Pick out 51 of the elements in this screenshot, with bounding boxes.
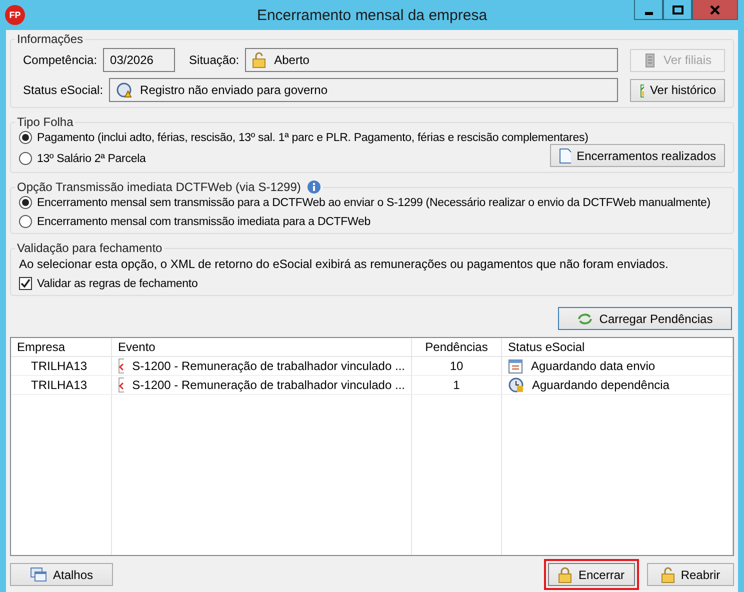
- padlock-icon: [558, 566, 572, 582]
- calendar-icon: [508, 358, 523, 374]
- close-button[interactable]: [692, 0, 738, 20]
- table-cell: S-1200 - Remuneração de trabalhador vinculado ...: [112, 376, 412, 395]
- competencia-field[interactable]: 03/2026: [103, 48, 176, 72]
- app-logo-badge: FP: [5, 5, 25, 25]
- atalhos-button[interactable]: Atalhos: [10, 563, 113, 586]
- table-cell: TRILHA13: [11, 357, 112, 376]
- field-label: Situação:: [189, 53, 240, 67]
- unlocked-padlock-icon: [660, 566, 675, 582]
- checkbox-option[interactable]: Validar as regras de fechamento: [19, 277, 725, 290]
- description-text: Ao selecionar esta opção, o XML de retorno do eSocial exibirá as remunerações ou pagamentos que não foram enviados.: [19, 257, 670, 271]
- alarm-clock-icon: [508, 377, 524, 393]
- field-label: Competência:: [23, 53, 98, 67]
- situacao-field: Aberto: [245, 48, 618, 72]
- maximize-icon: [672, 4, 684, 14]
- building-icon: [643, 52, 658, 68]
- window-title: Encerramento mensal da empresa: [256, 6, 488, 24]
- radio-option[interactable]: Encerramento mensal com transmissão imediata para a DCTFWeb: [19, 215, 725, 228]
- ver-historico-button[interactable]: Ver histórico: [630, 78, 725, 102]
- radio-option[interactable]: Encerramento mensal sem transmissão para a DCTFWeb ao enviar o S-1299 (Necessário realizar o envio da DCTFWeb manualmente): [19, 196, 725, 209]
- group-title: Validação para fechamento: [16, 241, 164, 255]
- column-header[interactable]: Pendências: [412, 338, 502, 357]
- field-label: Status eSocial:: [23, 83, 104, 97]
- carregar-pendencias-button[interactable]: Carregar Pendências: [558, 307, 732, 330]
- radio-option[interactable]: 13º Salário 2ª Parcela: [19, 152, 146, 165]
- table-cell: 1: [412, 376, 502, 395]
- table-cell: Aguardando data envio: [502, 357, 733, 376]
- column-header[interactable]: Evento: [112, 338, 412, 357]
- encerramentos-realizados-button[interactable]: Encerramentos realizados: [550, 144, 725, 167]
- checkmark-icon: [20, 278, 31, 289]
- table-cell: TRILHA13: [11, 376, 112, 395]
- group-title: Tipo Folha: [16, 115, 74, 129]
- minimize-button[interactable]: [634, 0, 663, 20]
- reabrir-button[interactable]: Reabrir: [647, 563, 734, 586]
- minimize-icon: [644, 12, 652, 14]
- status-esocial-field: Registro não enviado para governo: [109, 78, 618, 102]
- alarm-clock-warning-icon: [116, 82, 132, 98]
- table-cell: S-1200 - Remuneração de trabalhador vinculado ...: [112, 357, 412, 376]
- group-title: Informações: [16, 32, 84, 46]
- radio-option[interactable]: Pagamento (inclui adto, férias, rescisão, 13º sal. 1ª parc e PLR. Pagamento, férias e rescisão complementares): [19, 131, 725, 144]
- column-header[interactable]: Status eSocial: [502, 338, 733, 357]
- unlocked-padlock-icon: [252, 52, 266, 68]
- table-cell: Aguardando dependência: [502, 376, 733, 395]
- group-title-text: Opção Transmissão imediata DCTFWeb (via S-1299): [17, 180, 301, 194]
- table-cell: 10: [412, 357, 502, 376]
- windows-icon: [30, 567, 47, 582]
- column-header[interactable]: Empresa: [11, 338, 112, 357]
- refresh-icon: [577, 312, 594, 326]
- info-icon[interactable]: [306, 180, 321, 194]
- close-icon: [709, 4, 721, 14]
